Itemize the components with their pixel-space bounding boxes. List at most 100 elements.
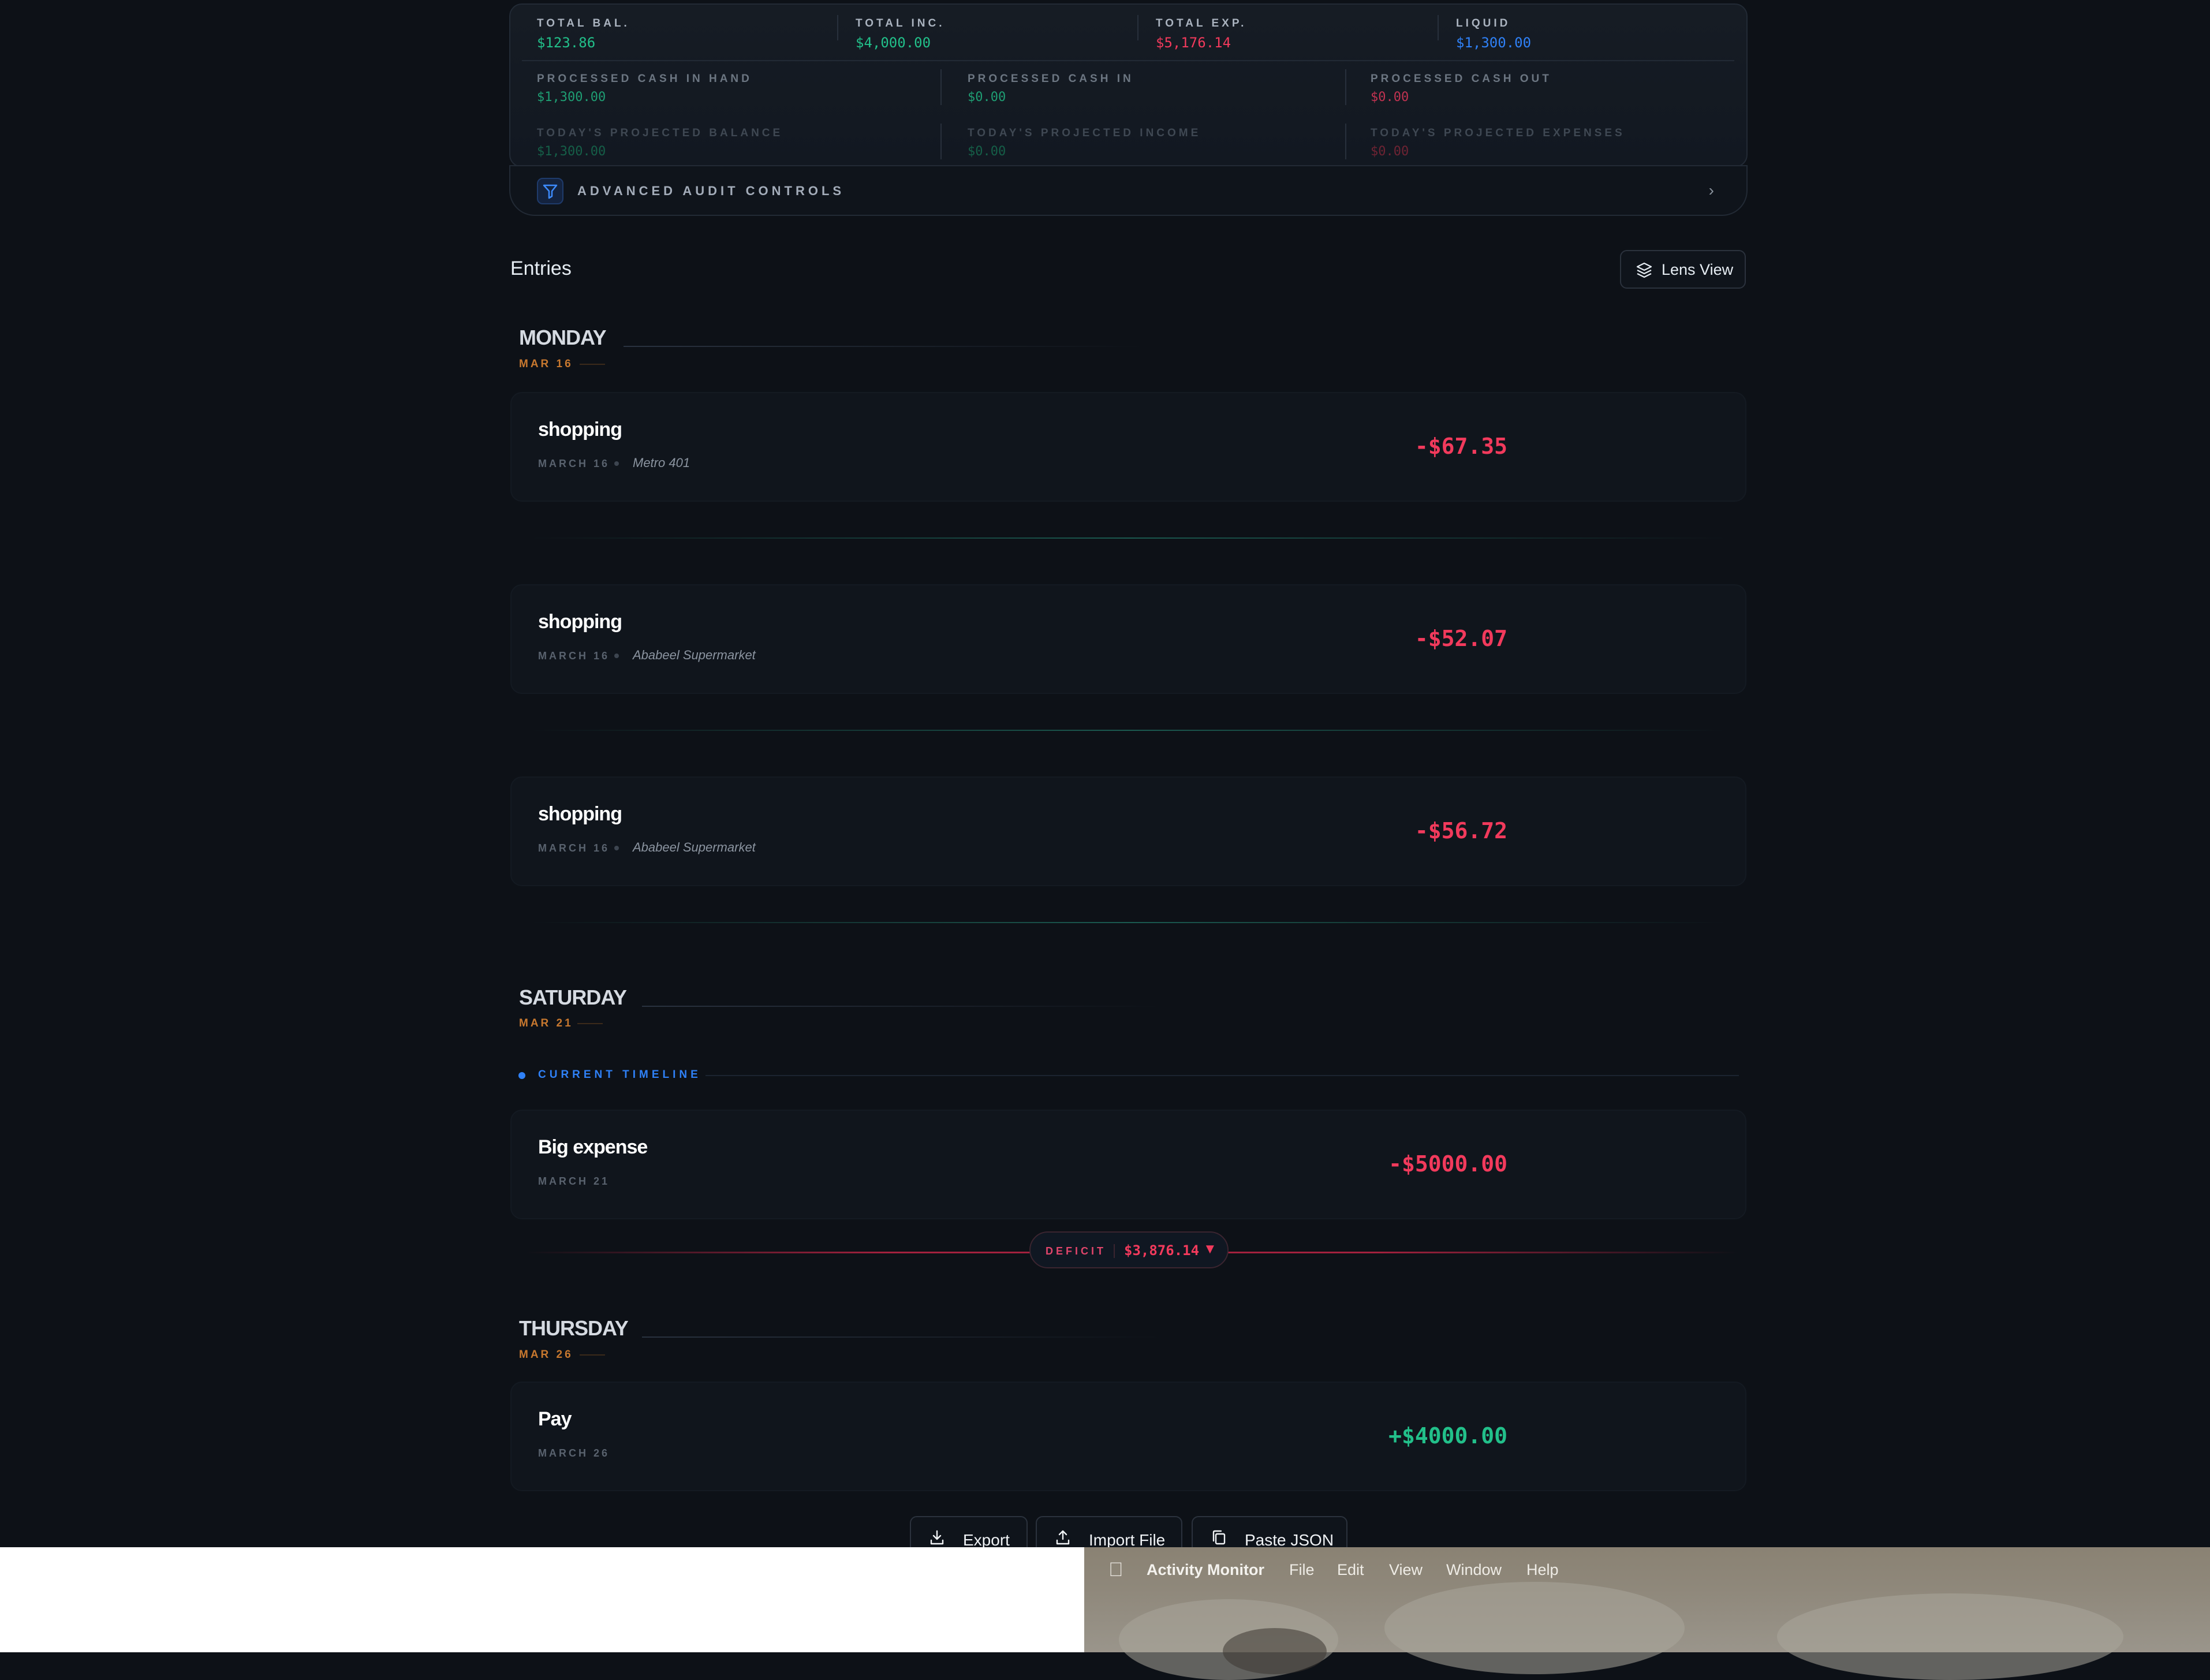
menu-edit[interactable]: Edit [1337, 1561, 1364, 1579]
entry-name: shopping [538, 803, 622, 825]
projected-income-value: $0.00 [968, 144, 1006, 159]
total-expense-value: $5,176.14 [1156, 35, 1231, 51]
audit-controls-label: ADVANCED AUDIT CONTROLS [577, 184, 845, 198]
divider [940, 124, 942, 159]
import-file-button[interactable]: Import File [1036, 1516, 1182, 1551]
deficit-label: DEFICIT [1046, 1245, 1106, 1257]
day-date: MAR 16 [519, 358, 573, 370]
total-expense-label: TOTAL EXP. [1156, 17, 1247, 29]
total-balance-label: TOTAL BAL. [537, 17, 630, 29]
divider [624, 346, 1143, 347]
entry-amount: -$52.07 [1414, 626, 1507, 651]
separator-dot [614, 654, 619, 658]
copy-icon [1212, 1530, 1226, 1545]
paste-json-button[interactable]: Paste JSON [1192, 1516, 1347, 1551]
lens-view-button[interactable]: Lens View [1620, 250, 1746, 289]
processed-cash-out-label: PROCESSED CASH OUT [1371, 73, 1552, 85]
projected-balance-value: $1,300.00 [537, 144, 606, 159]
entry-amount: -$5000.00 [1388, 1151, 1507, 1177]
download-icon [930, 1530, 944, 1545]
projected-expenses-value: $0.00 [1371, 144, 1409, 159]
macos-menu-bar:  Activity Monitor File Edit View Window… [1084, 1547, 2210, 1593]
divider [1345, 69, 1346, 105]
projected-expenses-label: TODAY'S PROJECTED EXPENSES [1371, 127, 1625, 139]
layers-icon [1636, 262, 1652, 278]
deficit-value: $3,876.14 [1124, 1242, 1200, 1259]
menu-app-name[interactable]: Activity Monitor [1147, 1561, 1264, 1579]
divider [1345, 124, 1346, 159]
blank-region [0, 1547, 1084, 1652]
day-heading: MONDAY [519, 326, 607, 349]
caret-down-icon: ▼ [1203, 1241, 1217, 1257]
export-button[interactable]: Export [910, 1516, 1028, 1551]
divider [531, 922, 1726, 923]
divider [531, 537, 1726, 539]
entry-amount: +$4000.00 [1388, 1423, 1507, 1448]
entry-amount: -$56.72 [1414, 818, 1507, 843]
divider [577, 1023, 603, 1024]
divider [580, 364, 605, 365]
entry-date: MARCH 16 [538, 842, 610, 854]
day-date: MAR 26 [519, 1349, 573, 1361]
separator-dot [614, 846, 619, 850]
chevron-right-icon: › [1708, 181, 1714, 199]
entry-date: MARCH 26 [538, 1447, 610, 1459]
entry-name: Pay [538, 1408, 572, 1430]
divider [1137, 15, 1138, 40]
processed-cash-in-hand-value: $1,300.00 [537, 90, 606, 104]
liquid-value: $1,300.00 [1456, 35, 1532, 51]
total-income-value: $4,000.00 [856, 35, 931, 51]
entry-place: Metro 401 [633, 456, 690, 470]
entries-title: Entries [510, 257, 572, 279]
summary-card: TOTAL BAL. $123.86 TOTAL INC. $4,000.00 … [509, 3, 1748, 167]
entry-card[interactable]: Pay MARCH 26 +$4000.00 [510, 1382, 1746, 1491]
entry-card[interactable]: Big expense MARCH 21 -$5000.00 [510, 1110, 1746, 1219]
day-date: MAR 21 [519, 1017, 573, 1029]
menu-file[interactable]: File [1289, 1561, 1315, 1579]
deficit-badge[interactable]: DEFICIT $3,876.14 ▼ [1029, 1231, 1229, 1268]
entry-date: MARCH 21 [538, 1175, 610, 1187]
menu-window[interactable]: Window [1446, 1561, 1502, 1579]
entry-date: MARCH 16 [538, 650, 610, 662]
divider [531, 730, 1726, 731]
total-balance-value: $123.86 [537, 35, 596, 51]
entry-card[interactable]: shopping MARCH 16 Ababeel Supermarket -$… [510, 776, 1746, 886]
divider [837, 15, 838, 40]
entry-name: shopping [538, 419, 622, 440]
entry-place: Ababeel Supermarket [633, 648, 756, 662]
current-timeline-label: CURRENT TIMELINE [538, 1069, 701, 1081]
divider [1114, 1244, 1115, 1258]
entry-date: MARCH 16 [538, 458, 610, 469]
upload-icon [1056, 1530, 1070, 1545]
processed-cash-in-value: $0.00 [968, 90, 1006, 104]
divider [705, 1075, 1739, 1076]
divider [1438, 15, 1439, 40]
divider [580, 1354, 605, 1356]
projected-balance-label: TODAY'S PROJECTED BALANCE [537, 127, 783, 139]
timeline-marker-icon [518, 1072, 525, 1079]
liquid-label: LIQUID [1456, 17, 1511, 29]
entry-card[interactable]: shopping MARCH 16 Metro 401 -$67.35 [510, 392, 1746, 502]
total-income-label: TOTAL INC. [856, 17, 945, 29]
processed-cash-in-label: PROCESSED CASH IN [968, 73, 1134, 85]
processed-cash-in-hand-label: PROCESSED CASH IN HAND [537, 73, 752, 85]
entry-place: Ababeel Supermarket [633, 840, 756, 854]
projected-income-label: TODAY'S PROJECTED INCOME [968, 127, 1201, 139]
divider [522, 60, 1734, 61]
separator-dot [614, 461, 619, 466]
processed-cash-out-value: $0.00 [1371, 90, 1409, 104]
entry-amount: -$67.35 [1414, 434, 1507, 459]
advanced-audit-controls[interactable]: ADVANCED AUDIT CONTROLS › [509, 165, 1748, 216]
day-heading: THURSDAY [519, 1316, 629, 1340]
menu-help[interactable]: Help [1526, 1561, 1559, 1579]
menu-view[interactable]: View [1389, 1561, 1423, 1579]
apple-logo-icon[interactable]:  [1108, 1559, 1123, 1581]
entry-card[interactable]: shopping MARCH 16 Ababeel Supermarket -$… [510, 584, 1746, 694]
divider [642, 1006, 1162, 1007]
day-heading: SATURDAY [519, 985, 627, 1009]
lens-view-label: Lens View [1662, 261, 1734, 278]
entry-name: Big expense [538, 1136, 648, 1158]
divider [642, 1336, 1162, 1338]
filter-icon [537, 178, 563, 204]
entry-name: shopping [538, 611, 622, 633]
